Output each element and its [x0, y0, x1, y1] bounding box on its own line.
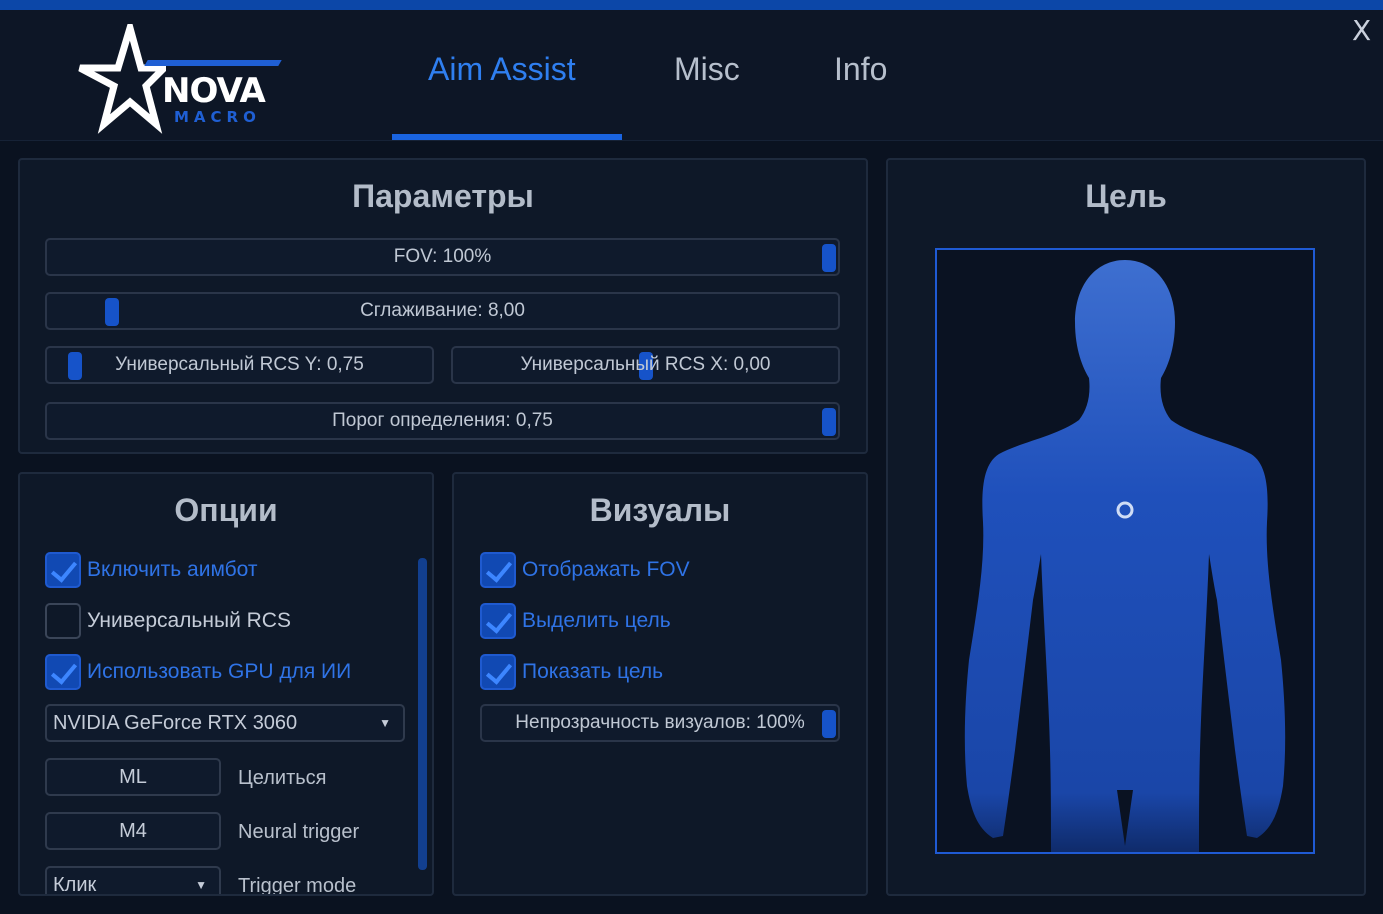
checkbox-unchecked-icon[interactable]	[45, 603, 81, 639]
checkbox-checked-icon[interactable]	[45, 552, 81, 588]
show-fov-label: Отображать FOV	[522, 558, 690, 581]
target-preview-frame[interactable]	[935, 248, 1315, 854]
checkbox-checked-icon[interactable]	[480, 603, 516, 639]
fov-slider-label: FOV: 100%	[393, 246, 492, 267]
visuals-opacity-slider-label: Непрозрачность визуалов: 100%	[515, 712, 805, 733]
top-accent-bar	[0, 0, 1383, 10]
show-fov-checkbox[interactable]: Отображать FOV	[480, 552, 840, 588]
header-divider	[0, 140, 1383, 141]
options-clip: Клик ▼ Trigger mode	[20, 862, 432, 894]
checkbox-checked-icon[interactable]	[480, 552, 516, 588]
detection-threshold-slider[interactable]: Порог определения: 0,75	[45, 402, 840, 440]
gpu-select[interactable]: NVIDIA GeForce RTX 3060 ▼	[45, 704, 405, 742]
tab-aim-assist[interactable]: Aim Assist	[428, 50, 576, 88]
highlight-target-checkbox[interactable]: Выделить цель	[480, 603, 840, 639]
use-gpu-checkbox[interactable]: Использовать GPU для ИИ	[45, 654, 405, 690]
tab-misc[interactable]: Misc	[674, 50, 740, 88]
target-title: Цель	[1085, 178, 1167, 214]
logo-word: NOVA	[162, 71, 266, 111]
smoothing-slider[interactable]: Сглаживание: 8,00	[45, 292, 840, 330]
star-logo-icon	[78, 24, 166, 134]
trigger-key-button[interactable]: M4	[45, 812, 221, 850]
trigger-key-label: Neural trigger	[238, 821, 360, 843]
trigger-mode-value: Клик	[53, 874, 97, 894]
dropdown-arrow-icon: ▼	[379, 716, 391, 730]
enable-aimbot-label: Включить аимбот	[87, 558, 258, 581]
rcs-y-slider[interactable]: Универсальный RCS Y: 0,75	[45, 346, 434, 384]
aim-key-label: Целиться	[238, 767, 327, 789]
detection-threshold-slider-label: Порог определения: 0,75	[332, 410, 553, 431]
show-target-label: Показать цель	[522, 660, 664, 683]
dropdown-arrow-icon: ▼	[195, 878, 207, 892]
tab-info[interactable]: Info	[834, 50, 887, 88]
fov-slider[interactable]: FOV: 100%	[45, 238, 840, 276]
universal-rcs-label: Универсальный RCS	[87, 609, 291, 632]
nova-macro-logo: NOVA MACRO	[76, 24, 286, 134]
gpu-select-value: NVIDIA GeForce RTX 3060	[53, 712, 298, 734]
enable-aimbot-checkbox[interactable]: Включить аимбот	[45, 552, 405, 588]
options-title: Опции	[174, 492, 278, 528]
use-gpu-label: Использовать GPU для ИИ	[87, 660, 352, 683]
visuals-title: Визуалы	[589, 492, 731, 528]
rcs-x-slider-label: Универсальный RCS X: 0,00	[520, 354, 771, 375]
checkbox-checked-icon[interactable]	[480, 654, 516, 690]
parameters-title: Параметры	[352, 178, 534, 214]
aim-key-button[interactable]: ML	[45, 758, 221, 796]
active-tab-indicator	[392, 134, 622, 140]
visuals-opacity-slider[interactable]: Непрозрачность визуалов: 100%	[480, 704, 840, 742]
rcs-y-slider-label: Универсальный RCS Y: 0,75	[115, 354, 364, 375]
close-button[interactable]: X	[1352, 14, 1371, 47]
show-target-checkbox[interactable]: Показать цель	[480, 654, 840, 690]
options-scrollbar[interactable]	[418, 558, 427, 870]
trigger-mode-label: Trigger mode	[238, 875, 357, 894]
logo-subword: MACRO	[174, 108, 261, 126]
universal-rcs-checkbox[interactable]: Универсальный RCS	[45, 603, 405, 639]
smoothing-slider-label: Сглаживание: 8,00	[360, 300, 525, 321]
checkbox-checked-icon[interactable]	[45, 654, 81, 690]
rcs-x-slider[interactable]: Универсальный RCS X: 0,00	[451, 346, 840, 384]
trigger-mode-select[interactable]: Клик ▼	[45, 866, 221, 894]
body-silhouette-icon	[964, 260, 1286, 852]
highlight-target-label: Выделить цель	[522, 609, 671, 632]
logo-swoosh	[144, 60, 282, 66]
